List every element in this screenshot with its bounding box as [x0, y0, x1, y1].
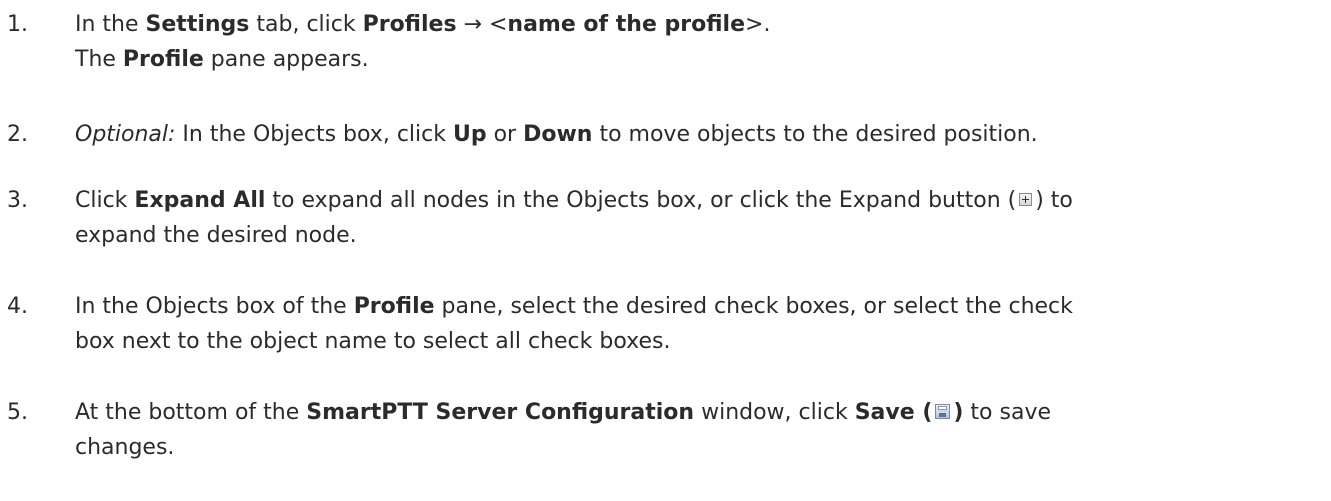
step-text-run: expand the desired node.: [75, 223, 357, 248]
step-text: Optional: In the Objects box, click Up o…: [75, 117, 1325, 152]
ui-term: Save (: [854, 400, 933, 425]
step-line: The Profile pane appears.: [75, 42, 1325, 77]
step-text-run: At the bottom of the: [75, 400, 307, 425]
ui-term: SmartPTT Server Configuration: [306, 400, 695, 425]
ui-term: Down: [523, 122, 593, 147]
step-text: Click Expand All to expand all nodes in …: [75, 183, 1325, 253]
step-number: 2.: [7, 122, 28, 147]
step-text: In the Objects box of the Profile pane, …: [75, 289, 1325, 359]
optional-label: Optional:: [75, 122, 176, 147]
step-line: In the Objects box of the Profile pane, …: [75, 289, 1325, 324]
step-text-run: In the: [75, 12, 146, 37]
step-number: 5.: [7, 400, 28, 425]
save-icon: [935, 404, 951, 419]
step-text-run: to save: [963, 400, 1052, 425]
step-line: Click Expand All to expand all nodes in …: [75, 183, 1325, 218]
step-text-run: In the Objects box of the: [75, 294, 354, 319]
step-number: 3.: [7, 188, 28, 213]
step-number: 4.: [7, 294, 28, 319]
step-text-run: ) to: [1035, 188, 1073, 213]
ui-term: Profile: [353, 294, 435, 319]
step-line: In the Settings tab, click Profiles → <n…: [75, 7, 1325, 42]
step-line: box next to the object name to select al…: [75, 324, 1325, 359]
step-text-run: to move objects to the desired position.: [592, 122, 1038, 147]
step-text-run: >.: [745, 12, 771, 37]
step-text-run: window, click: [694, 400, 855, 425]
step-line: At the bottom of the SmartPTT Server Con…: [75, 395, 1325, 430]
ui-term: Expand All: [134, 188, 266, 213]
step-text: At the bottom of the SmartPTT Server Con…: [75, 395, 1325, 465]
step-text-run: pane, select the desired check boxes, or…: [434, 294, 1073, 319]
step-line: changes.: [75, 430, 1325, 465]
step-text-run: to expand all nodes in the Objects box, …: [265, 188, 1017, 213]
step-text-run: → <: [456, 12, 508, 37]
ui-term: name of the profile: [507, 12, 746, 37]
step-text-run: changes.: [75, 435, 175, 460]
step-text-run: tab, click: [249, 12, 363, 37]
ui-term: Profile: [122, 47, 204, 72]
ui-term: ): [953, 400, 964, 425]
step-text-run: box next to the object name to select al…: [75, 329, 671, 354]
step-text: In the Settings tab, click Profiles → <n…: [75, 7, 1325, 77]
ui-term: Profiles: [362, 12, 457, 37]
step-text-run: or: [486, 122, 524, 147]
step-line: Optional: In the Objects box, click Up o…: [75, 117, 1325, 152]
step-text-run: pane appears.: [203, 47, 369, 72]
step-line: expand the desired node.: [75, 218, 1325, 253]
ui-term: Up: [452, 122, 487, 147]
step-text-run: The: [75, 47, 123, 72]
step-text-run: Click: [75, 188, 135, 213]
step-number: 1.: [7, 12, 28, 37]
step-text-run: In the Objects box, click: [175, 122, 453, 147]
expand-icon: [1019, 193, 1033, 206]
ui-term: Settings: [145, 12, 250, 37]
